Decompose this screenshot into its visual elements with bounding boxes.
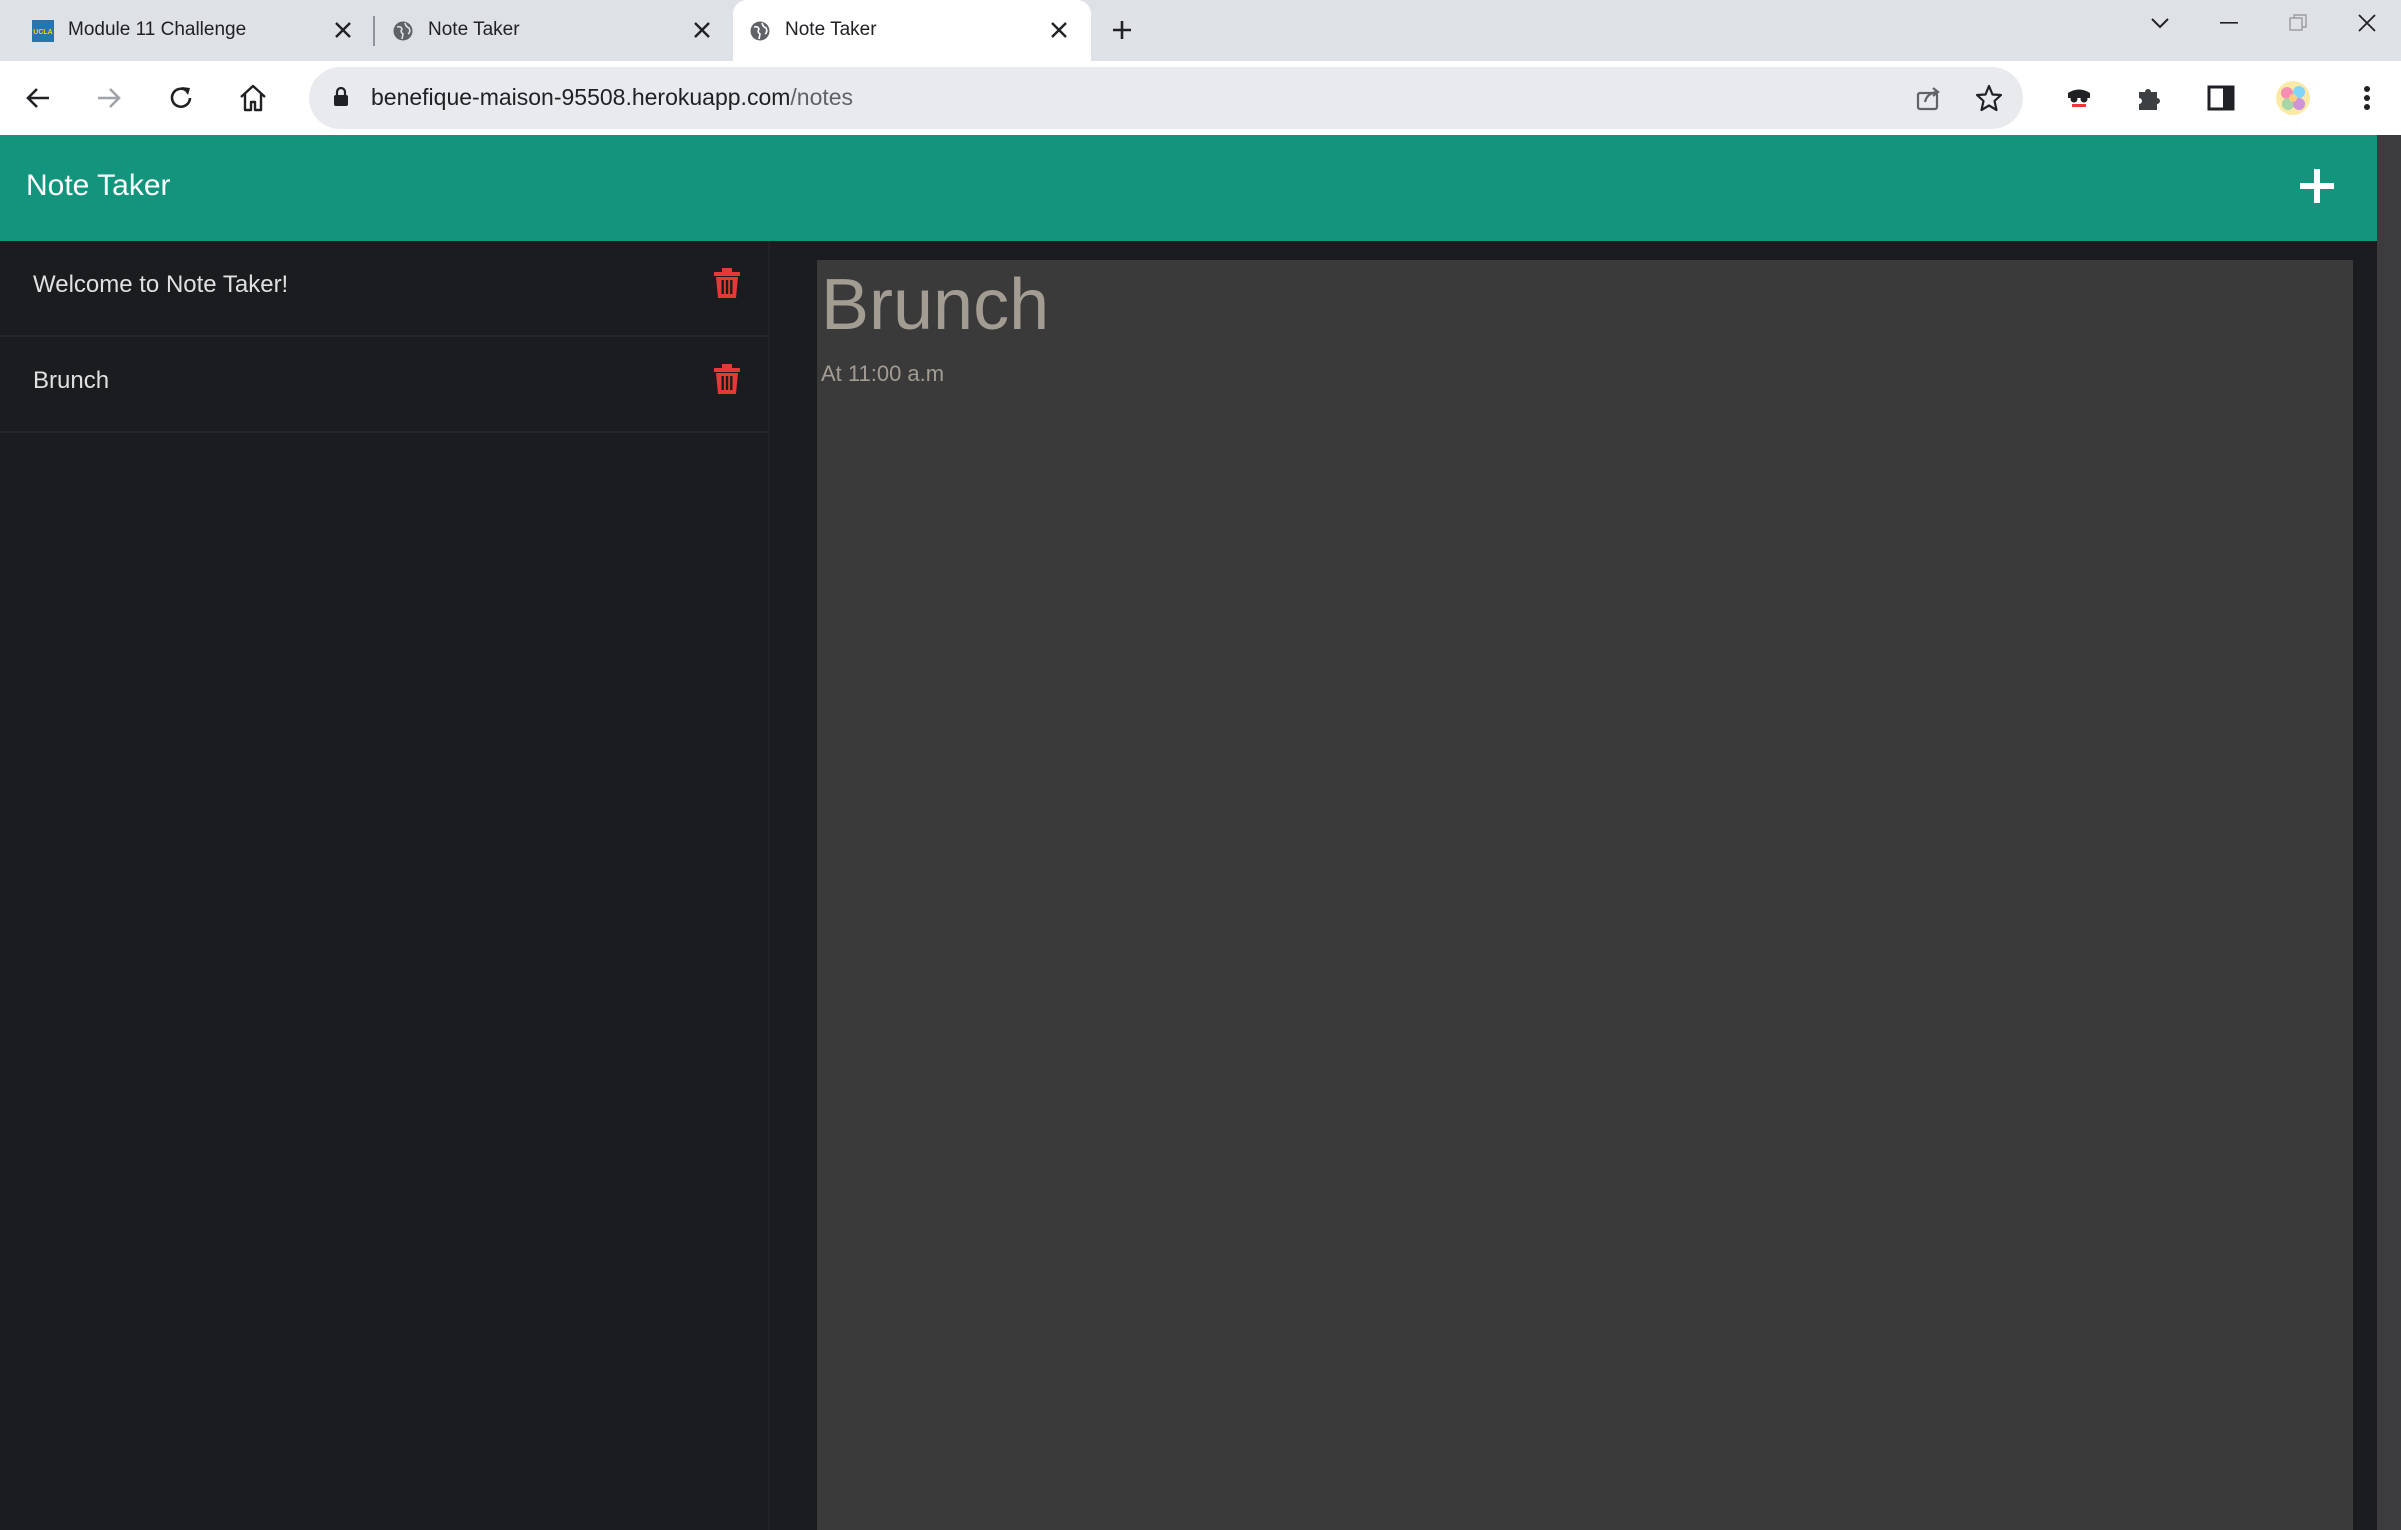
notes-list: Welcome to Note Taker! Brunch — [0, 241, 768, 1530]
profile-avatar-icon[interactable] — [2273, 78, 2313, 118]
browser-menu-button[interactable] — [2347, 78, 2387, 118]
minimize-icon — [2220, 21, 2238, 25]
address-url[interactable]: benefique-maison-95508.herokuapp.com/not… — [371, 84, 853, 111]
restore-button[interactable] — [2276, 6, 2320, 40]
restore-icon — [2289, 14, 2307, 32]
globe-icon — [749, 20, 771, 42]
star-icon[interactable] — [1973, 82, 2005, 114]
tab-title: Note Taker — [785, 19, 877, 40]
browser-tab-note-taker-active[interactable]: Note Taker — [733, 0, 1091, 61]
share-icon[interactable] — [1913, 82, 1945, 114]
note-text-area[interactable]: At 11:00 a.m — [821, 361, 944, 387]
more-vertical-icon — [2363, 84, 2371, 112]
browser-tab-note-taker[interactable]: Note Taker — [376, 0, 730, 61]
note-title[interactable]: Brunch — [33, 367, 109, 395]
browser-tab-module-11-challenge[interactable]: UCLA Module 11 Challenge — [0, 0, 372, 61]
tab-separator — [373, 16, 375, 46]
address-bar[interactable]: benefique-maison-95508.herokuapp.com/not… — [309, 67, 2023, 129]
globe-icon — [392, 20, 414, 42]
plus-icon — [1110, 18, 1134, 42]
trash-icon[interactable] — [714, 268, 740, 298]
forward-button[interactable] — [89, 78, 129, 118]
note-title-input[interactable]: Brunch — [821, 264, 1049, 346]
close-icon[interactable] — [331, 18, 355, 42]
reload-icon — [167, 84, 195, 112]
lock-icon[interactable] — [333, 87, 349, 107]
extension-avatar-icon[interactable] — [2059, 78, 2099, 118]
home-icon — [238, 83, 268, 113]
minimize-button[interactable] — [2207, 6, 2251, 40]
tab-title: Module 11 Challenge — [68, 19, 247, 40]
close-window-button[interactable] — [2345, 6, 2389, 40]
new-tab-button[interactable] — [1102, 12, 1142, 48]
home-button[interactable] — [233, 78, 273, 118]
list-item[interactable]: Brunch — [0, 337, 768, 433]
page-scrollbar-track[interactable] — [2377, 135, 2401, 1530]
tab-search-button[interactable] — [2138, 6, 2182, 40]
new-note-plus-icon[interactable] — [2296, 165, 2338, 207]
reload-button[interactable] — [161, 78, 201, 118]
browser-toolbar: benefique-maison-95508.herokuapp.com/not… — [0, 61, 2401, 135]
browser-tab-strip: UCLA Module 11 Challenge Note Taker Note… — [0, 0, 2401, 61]
url-domain: benefique-maison-95508.herokuapp.com — [371, 84, 791, 110]
side-panel-icon[interactable] — [2201, 78, 2241, 118]
page-content: Note Taker Welcome to Note Taker! Brunch… — [0, 135, 2401, 1530]
url-path: /notes — [790, 84, 854, 110]
ucla-logo-icon: UCLA — [32, 20, 54, 42]
list-item[interactable]: Welcome to Note Taker! — [0, 241, 768, 337]
close-icon[interactable] — [1047, 18, 1071, 42]
note-editor: Brunch At 11:00 a.m — [817, 260, 2353, 1530]
sidebar-divider — [768, 241, 770, 1530]
arrow-left-icon — [24, 84, 52, 112]
note-title[interactable]: Welcome to Note Taker! — [33, 271, 288, 299]
close-icon[interactable] — [690, 18, 714, 42]
svg-text:UCLA: UCLA — [33, 29, 52, 36]
arrow-right-icon — [95, 84, 123, 112]
back-button[interactable] — [18, 78, 58, 118]
tab-title: Note Taker — [428, 19, 520, 40]
extensions-puzzle-icon[interactable] — [2130, 78, 2170, 118]
close-icon — [2357, 13, 2377, 33]
app-navbar: Note Taker — [0, 135, 2377, 241]
chevron-down-icon — [2150, 17, 2170, 29]
app-brand[interactable]: Note Taker — [26, 169, 171, 203]
trash-icon[interactable] — [714, 364, 740, 394]
